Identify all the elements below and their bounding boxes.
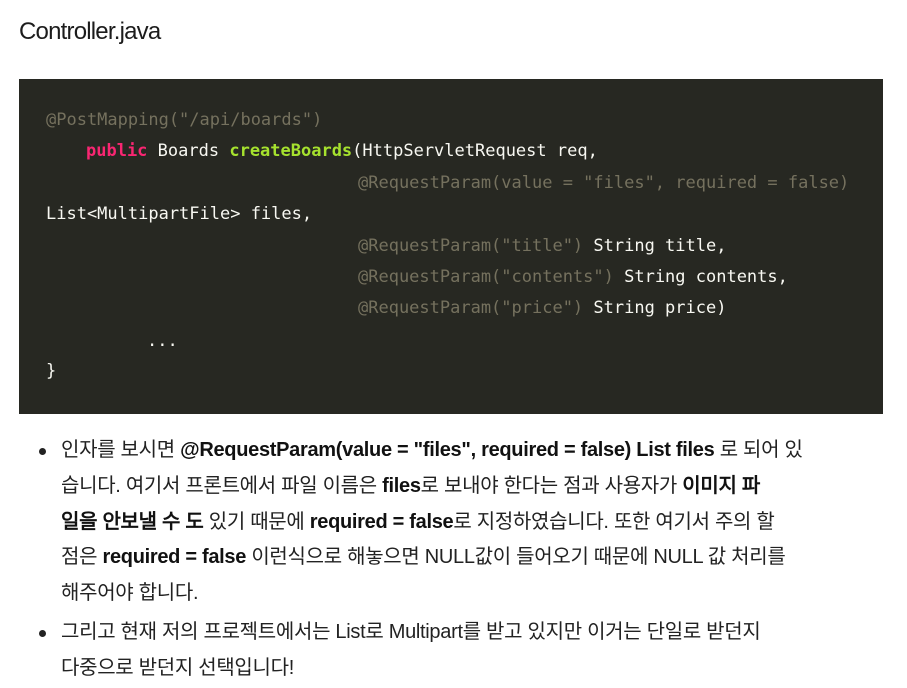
note-2-line-1: 그리고 현재 저의 프로젝트에서는 List로 Multipart를 받고 있지… xyxy=(61,620,761,644)
note-1-line-4: 점은 required = false 이런식으로 해놓으면 NULL값이 들어… xyxy=(61,545,786,569)
code-line-1: @PostMapping("/api/boards") xyxy=(46,109,322,131)
post-mapping-annotation: @PostMapping("/api/boards") xyxy=(46,110,323,130)
note-text: 로 지정하였습니다. 또한 여기서 주의 할 xyxy=(453,511,775,533)
file-title: Controller.java xyxy=(19,18,161,45)
return-type: Boards xyxy=(157,141,220,161)
files-param-declaration: List<MultipartFile> files, xyxy=(46,204,313,224)
files-param-annotation: @RequestParam(value = "files", required … xyxy=(358,173,850,193)
method-name: createBoards xyxy=(229,141,353,161)
note-bold-text: required = false xyxy=(309,511,454,533)
note-bold-text: required = false xyxy=(102,546,247,568)
bullet-icon xyxy=(39,448,46,455)
code-block: @PostMapping("/api/boards") public Board… xyxy=(19,79,883,414)
note-bold-text: @RequestParam(value = "files", required … xyxy=(180,439,715,461)
note-2-line-2: 다중으로 받던지 선택입니다! xyxy=(61,656,294,680)
closing-brace: } xyxy=(46,361,57,381)
note-1-line-2: 습니다. 여기서 프론트에서 파일 이름은 files로 보내야 한다는 점과 … xyxy=(61,474,760,498)
code-line-9: } xyxy=(46,360,56,382)
method-signature: (HttpServletRequest req, xyxy=(352,141,598,161)
price-param-declaration: String price) xyxy=(583,298,727,318)
note-text: 그리고 현재 저의 프로젝트에서는 List로 Multipart를 받고 있지… xyxy=(61,621,761,643)
note-text: 로 보내야 한다는 점과 사용자가 xyxy=(420,475,683,497)
price-param-annotation: @RequestParam("price") xyxy=(358,298,584,318)
public-keyword: public xyxy=(86,141,148,161)
title-param-annotation: @RequestParam("title") xyxy=(358,236,584,256)
note-text: 점은 xyxy=(61,546,103,568)
note-1-line-5: 해주어야 합니다. xyxy=(61,581,199,605)
note-bold-text: 일을 안보낼 수 도 xyxy=(61,511,204,533)
bullet-icon xyxy=(39,630,46,637)
code-line-5: @RequestParam("title") String title, xyxy=(358,235,726,257)
note-1-line-3: 일을 안보낼 수 도 있기 때문에 required = false로 지정하였… xyxy=(61,510,775,534)
code-line-4: List<MultipartFile> files, xyxy=(46,203,312,225)
code-line-8: ... xyxy=(147,330,178,352)
code-line-3: @RequestParam(value = "files", required … xyxy=(358,172,849,194)
code-line-6: @RequestParam("contents") String content… xyxy=(358,266,788,288)
note-bold-text: files xyxy=(382,475,421,497)
title-param-declaration: String title, xyxy=(583,236,727,256)
note-text: 다중으로 받던지 선택입니다! xyxy=(61,657,294,679)
note-text: 있기 때문에 xyxy=(203,511,310,533)
contents-param-declaration: String contents, xyxy=(613,267,788,287)
note-bold-text: 이미지 파 xyxy=(682,475,760,497)
note-text: 인자를 보시면 xyxy=(61,439,181,461)
note-text: 이런식으로 해놓으면 NULL값이 들어오기 때문에 NULL 값 처리를 xyxy=(246,546,786,568)
code-line-2: public Boards createBoards(HttpServletRe… xyxy=(86,140,598,162)
note-1-line-1: 인자를 보시면 @RequestParam(value = "files", r… xyxy=(61,438,803,462)
note-text: 습니다. 여기서 프론트에서 파일 이름은 xyxy=(61,475,383,497)
code-ellipsis: ... xyxy=(147,331,178,351)
code-line-7: @RequestParam("price") String price) xyxy=(358,297,726,319)
note-text: 해주어야 합니다. xyxy=(61,582,199,604)
contents-param-annotation: @RequestParam("contents") xyxy=(358,267,614,287)
note-text: 로 되어 있 xyxy=(714,439,803,461)
